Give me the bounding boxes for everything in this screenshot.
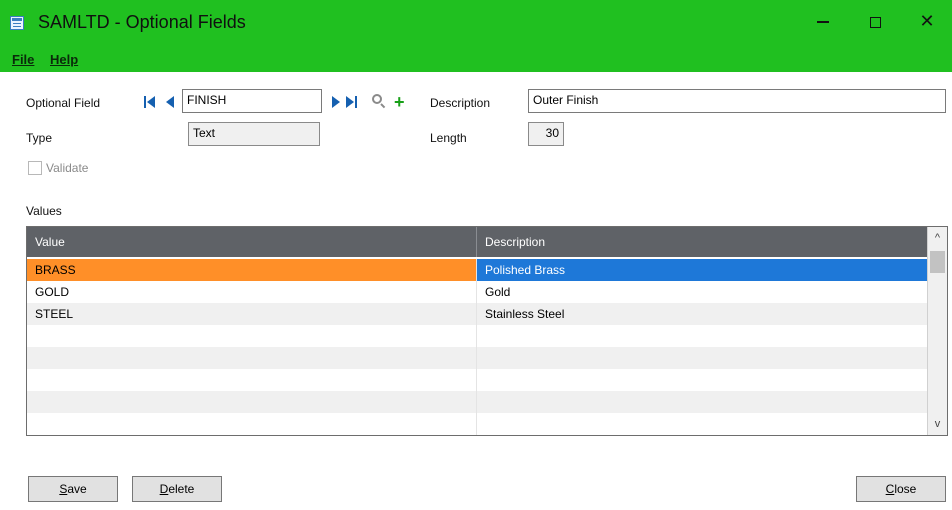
cell-value[interactable] — [27, 325, 477, 347]
window-title: SAMLTD - Optional Fields — [38, 12, 246, 32]
previous-record-button[interactable] — [164, 95, 176, 109]
menu-file[interactable]: File — [12, 52, 34, 67]
cell-description[interactable]: Polished Brass — [477, 259, 927, 281]
optional-field-label: Optional Field — [26, 96, 101, 110]
validate-label: Validate — [46, 161, 89, 175]
validate-checkbox[interactable] — [28, 161, 42, 175]
empty-row[interactable] — [27, 325, 927, 347]
vertical-scrollbar[interactable]: ^ v — [927, 227, 947, 435]
values-label: Values — [26, 204, 62, 218]
next-arrow-icon — [332, 96, 340, 108]
minimize-button[interactable] — [800, 4, 846, 40]
save-button[interactable]: Save — [28, 476, 118, 502]
cell-value[interactable]: BRASS — [27, 259, 477, 281]
cell-value[interactable]: GOLD — [27, 281, 477, 303]
empty-row[interactable] — [27, 391, 927, 413]
previous-arrow-icon — [166, 96, 174, 108]
maximize-button[interactable] — [852, 4, 898, 40]
delete-button[interactable]: Delete — [132, 476, 222, 502]
add-icon[interactable]: + — [394, 93, 405, 111]
last-record-button[interactable] — [346, 95, 358, 109]
cell-description[interactable]: Gold — [477, 281, 927, 303]
menu-help[interactable]: Help — [50, 52, 78, 67]
cell-value[interactable]: STEEL — [27, 303, 477, 325]
length-label: Length — [430, 131, 467, 145]
column-header-description[interactable]: Description — [477, 227, 927, 257]
form-icon — [10, 16, 24, 30]
scroll-down-button[interactable]: v — [928, 413, 947, 435]
first-record-button[interactable] — [144, 95, 156, 109]
table-row[interactable]: GOLD Gold — [27, 281, 927, 303]
title-bar[interactable]: SAMLTD - Optional Fields ✕ — [0, 0, 952, 46]
chevron-up-icon: ^ — [934, 232, 941, 244]
close-window-button[interactable]: ✕ — [904, 4, 950, 40]
empty-row[interactable] — [27, 369, 927, 391]
close-button[interactable]: Close — [856, 476, 946, 502]
cell-value[interactable] — [27, 369, 477, 391]
cell-description[interactable]: Stainless Steel — [477, 303, 927, 325]
lens — [372, 94, 382, 104]
description-input[interactable]: Outer Finish — [528, 89, 946, 113]
values-grid[interactable]: Value Description BRASS Polished Brass G… — [26, 226, 948, 436]
empty-row[interactable] — [27, 347, 927, 369]
next-record-button[interactable] — [330, 95, 342, 109]
type-field: Text — [188, 122, 320, 146]
column-header-value[interactable]: Value — [27, 227, 477, 257]
delete-label: elete — [168, 482, 195, 496]
cell-value[interactable] — [27, 391, 477, 413]
first-arrow-icon — [147, 96, 155, 108]
type-label: Type — [26, 131, 53, 145]
table-row[interactable]: BRASS Polished Brass — [27, 259, 927, 281]
chevron-down-icon: v — [934, 418, 941, 430]
scroll-thumb[interactable] — [930, 251, 945, 273]
first-bar-icon — [144, 96, 146, 108]
handle — [380, 103, 386, 109]
last-bar-icon — [355, 96, 357, 108]
close-label: lose — [894, 482, 917, 496]
search-icon[interactable] — [372, 94, 386, 109]
optional-field-input[interactable]: FINISH — [182, 89, 322, 113]
save-label: ave — [67, 482, 87, 496]
maximize-icon — [869, 16, 881, 28]
description-label: Description — [430, 96, 491, 110]
delete-mnemonic: D — [159, 482, 169, 496]
scroll-up-button[interactable]: ^ — [928, 227, 947, 249]
table-row[interactable]: STEEL Stainless Steel — [27, 303, 927, 325]
cell-value[interactable] — [27, 347, 477, 369]
cell-value[interactable] — [27, 413, 477, 435]
close-icon: ✕ — [919, 11, 935, 31]
empty-row[interactable] — [27, 413, 927, 435]
minimize-icon — [817, 21, 829, 24]
menu-bar: File Help — [0, 46, 952, 72]
length-field: 30 — [528, 122, 564, 146]
grid-header: Value Description — [27, 227, 927, 257]
last-arrow-icon — [346, 96, 354, 108]
